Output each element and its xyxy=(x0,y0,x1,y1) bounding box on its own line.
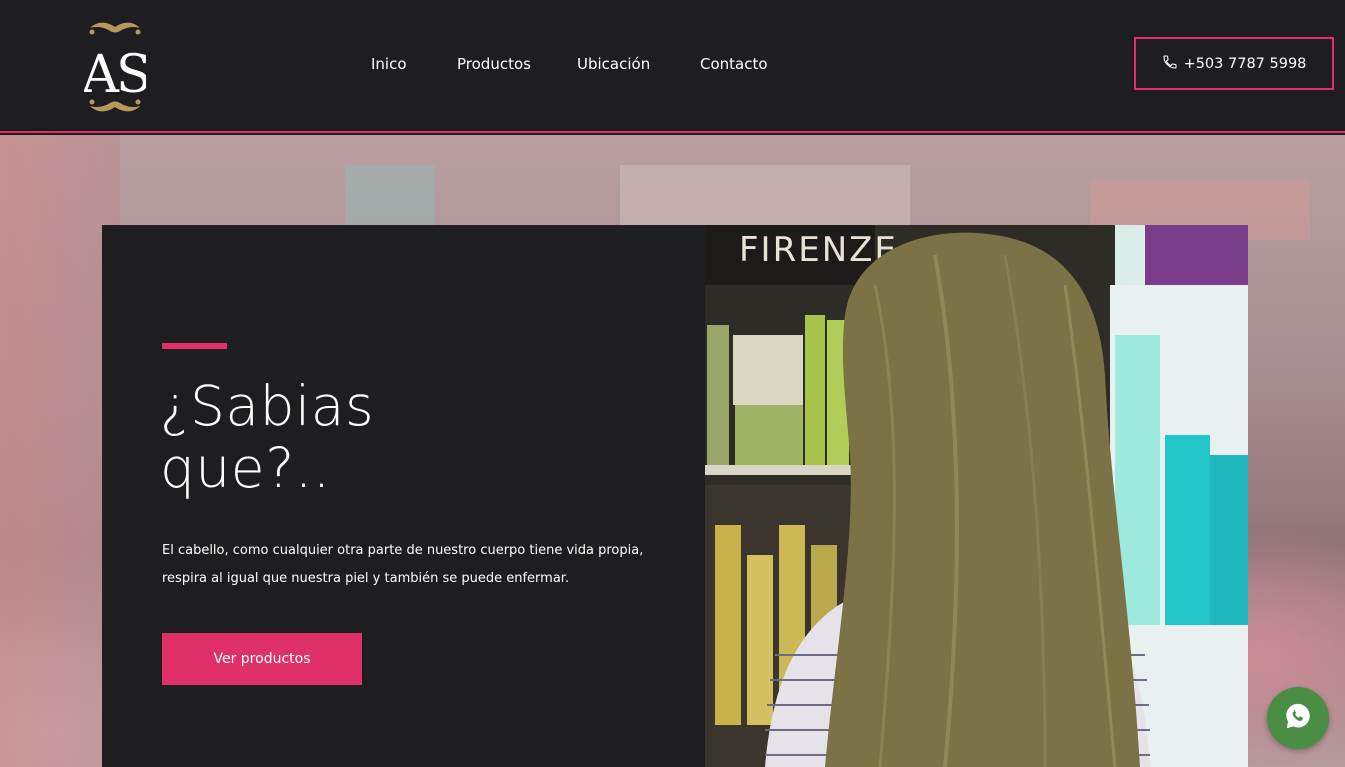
hero-card: ¿Sabias que?.. El cabello, como cualquie… xyxy=(102,225,706,767)
accent-bar xyxy=(162,343,227,349)
hero-headline-line1: ¿Sabias xyxy=(160,374,375,438)
hero-headline: ¿Sabias que?.. xyxy=(160,375,680,499)
nav-item-productos[interactable]: Productos xyxy=(457,55,531,73)
view-products-button[interactable]: Ver productos xyxy=(162,633,362,685)
background-window xyxy=(345,165,435,225)
phone-number: +503 7787 5998 xyxy=(1183,55,1307,72)
hero-photo: FIRENZE xyxy=(705,225,1248,767)
whatsapp-icon xyxy=(1283,701,1313,735)
whatsapp-button[interactable] xyxy=(1267,687,1329,749)
hero-description: El cabello, como cualquier otra parte de… xyxy=(162,543,644,586)
phone-button[interactable]: +503 7787 5998 xyxy=(1134,37,1334,90)
nav-item-contacto[interactable]: Contacto xyxy=(700,55,768,73)
nav-item-ubicacion[interactable]: Ubicación xyxy=(577,55,650,73)
nav-item-inicio[interactable]: Inico xyxy=(371,55,407,73)
site-header: AS Inico Productos Ubicación Contacto +5… xyxy=(0,0,1345,133)
hero-headline-line2: que?.. xyxy=(160,436,331,500)
phone-icon xyxy=(1162,54,1178,74)
